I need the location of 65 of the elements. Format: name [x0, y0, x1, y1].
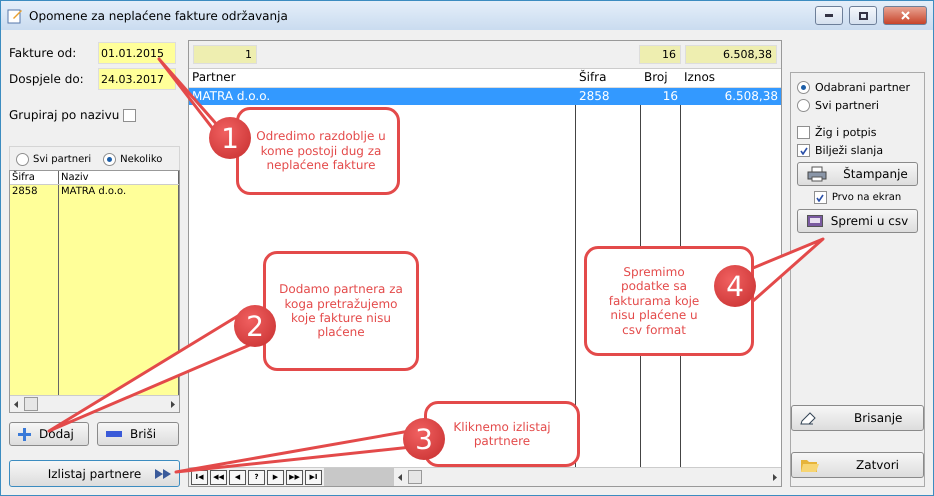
maximize-button[interactable] — [849, 6, 877, 25]
checkbox[interactable] — [123, 108, 136, 122]
save-csv-button[interactable]: Spremi u csv — [797, 209, 918, 233]
checkbox[interactable] — [797, 144, 810, 157]
minus-icon — [106, 431, 122, 437]
total-field: 6.508,38 — [685, 45, 777, 64]
folder-icon — [800, 458, 820, 472]
field-label: Dospjele do: — [9, 72, 85, 86]
scroll-right-icon — [773, 474, 777, 480]
print-button[interactable]: Štampanje — [797, 162, 918, 186]
column-header: Šifra — [10, 171, 59, 184]
checkmark-icon — [800, 146, 808, 154]
radio-label: Nekoliko — [120, 154, 162, 165]
field-label: Fakture od: — [9, 46, 78, 60]
total-field: 1 — [193, 45, 257, 64]
clear-button[interactable]: Brisanje — [791, 405, 924, 431]
date-field[interactable]: 01.01.2015 — [98, 42, 176, 64]
add-button[interactable]: Dodaj — [9, 422, 89, 446]
checkbox-label: Bilježi slanja — [815, 144, 884, 157]
printer-icon — [807, 166, 828, 182]
checkmark-icon — [816, 194, 824, 202]
radio-label: Svi partneri — [815, 99, 879, 112]
scroll-thumb[interactable] — [408, 470, 422, 484]
scroll-thumb[interactable] — [24, 397, 38, 411]
notepad-icon — [7, 8, 23, 24]
radio-label: Svi partneri — [33, 154, 92, 165]
plus-icon — [18, 428, 31, 440]
checkbox-label: Žig i potpis — [815, 126, 876, 139]
close-icon — [900, 11, 910, 20]
scroll-left-icon — [14, 400, 18, 408]
scroll-right-icon — [171, 400, 175, 408]
column-header: Broj — [643, 69, 669, 86]
checkbox[interactable] — [797, 126, 810, 139]
delete-button[interactable]: Briši — [97, 422, 179, 446]
column-header: Naziv — [59, 171, 179, 184]
checkbox-label: Prvo na ekran — [832, 192, 902, 203]
total-field: 16 — [639, 45, 681, 64]
list-partners-button[interactable]: Izlistaj partnere — [9, 460, 180, 487]
date-field[interactable]: 24.03.2017 — [98, 68, 176, 90]
radio-button[interactable] — [797, 81, 810, 94]
table-cell-text: MATRA d.o.o. — [191, 88, 272, 105]
column-header: Iznos — [683, 69, 716, 86]
minimize-button[interactable] — [815, 6, 843, 25]
close-button[interactable] — [883, 6, 927, 25]
callout-text: Dodamo partnera za koga pretražujemo koje fakture nisu plaćene — [263, 251, 419, 371]
minimize-icon — [825, 14, 833, 17]
eraser-icon — [800, 411, 818, 425]
callout-text: Odredimo razdoblje u kome postoji dug za neplaćene fakture — [236, 107, 400, 195]
table-cell-text: 6.508,38 — [724, 88, 779, 105]
checkbox[interactable] — [814, 191, 827, 204]
radio-label: Odabrani partner — [815, 81, 910, 94]
table-cell-text: 16 — [662, 88, 679, 105]
scroll-left-icon — [398, 474, 402, 480]
column-header: Šifra — [578, 69, 608, 86]
window-title: Opomene za neplaćene fakture održavanja — [29, 8, 289, 22]
table-cell-text: 2858 — [578, 88, 611, 105]
checkbox-label: Grupiraj po nazivu — [9, 108, 120, 122]
fast-forward-icon — [155, 468, 171, 478]
radio-button[interactable] — [103, 153, 116, 166]
column-header: Partner — [191, 69, 237, 86]
close-window-button[interactable]: Zatvori — [791, 452, 924, 478]
radio-button[interactable] — [16, 153, 29, 166]
maximize-icon — [858, 12, 868, 20]
radio-button[interactable] — [797, 99, 810, 112]
csv-file-icon — [806, 214, 823, 228]
